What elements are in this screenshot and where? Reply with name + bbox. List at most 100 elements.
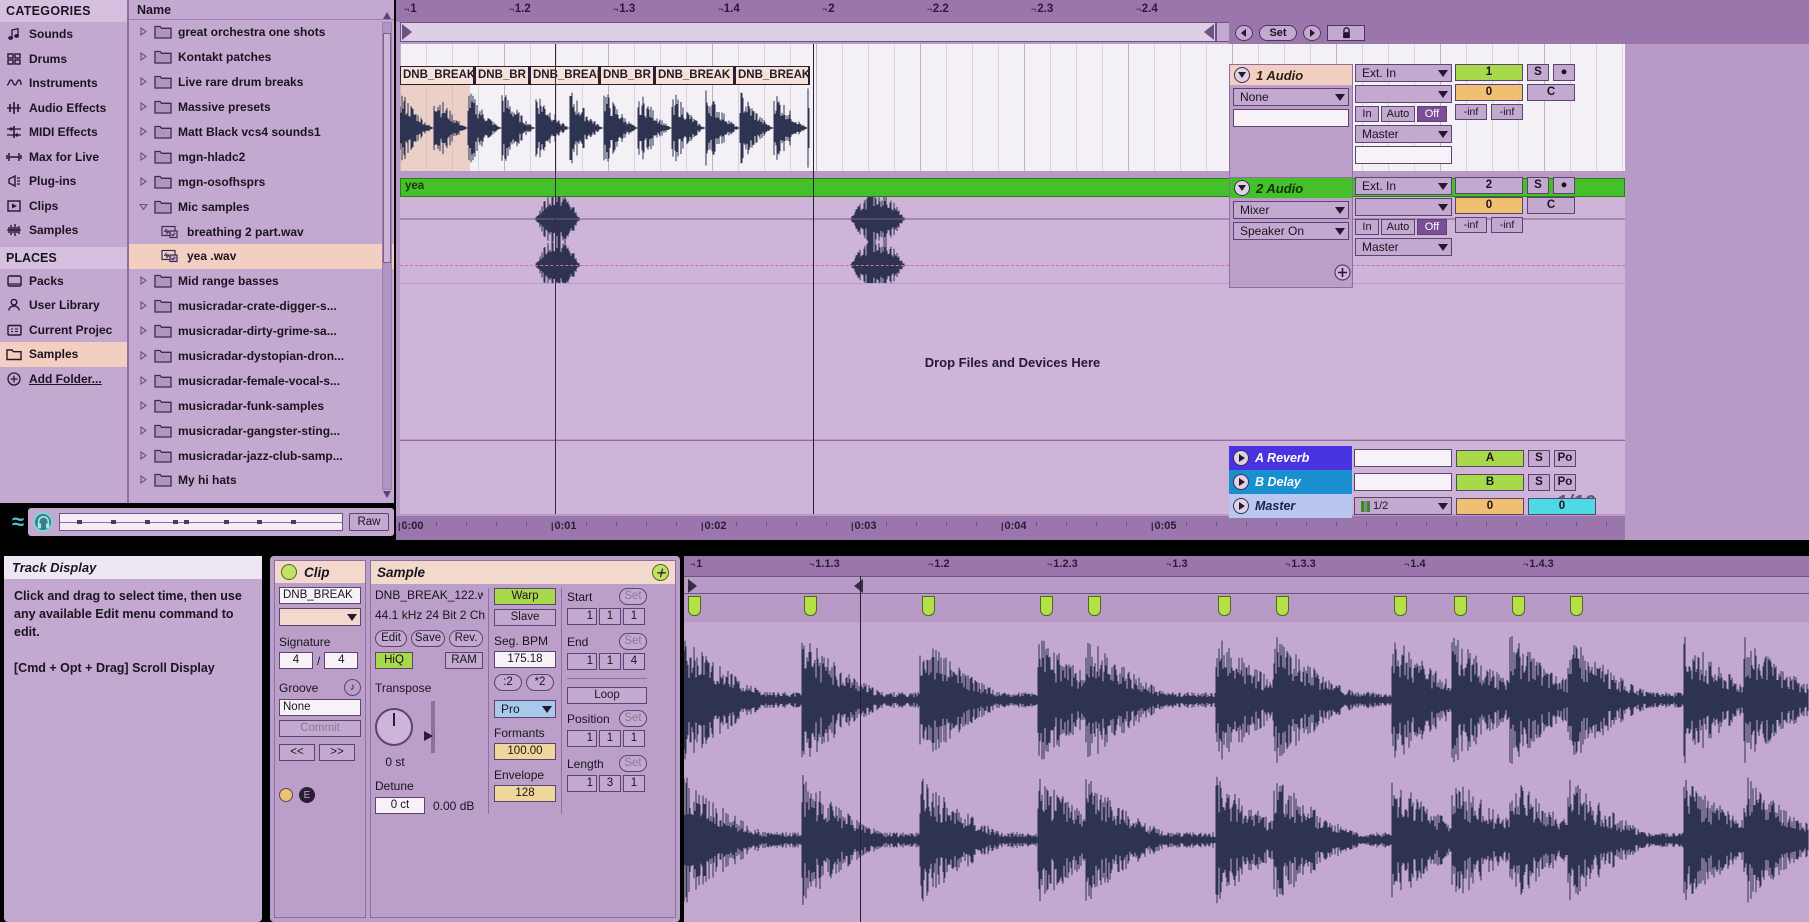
start-bars[interactable]: 1: [567, 608, 597, 625]
pan-2[interactable]: C: [1527, 197, 1575, 214]
return-b-play-icon[interactable]: [1233, 474, 1249, 490]
file-item[interactable]: musicradar-gangster-sting...: [129, 418, 394, 443]
loop-start-handle[interactable]: [402, 24, 412, 40]
return-a-extra[interactable]: Po: [1554, 449, 1576, 467]
file-item[interactable]: Matt Black vcs4 sounds1: [129, 120, 394, 145]
track-title-1[interactable]: 1 Audio: [1230, 65, 1352, 85]
places-item-packs[interactable]: Packs: [0, 269, 127, 294]
warp-marker[interactable]: [1394, 596, 1407, 616]
return-a-play-icon[interactable]: [1233, 450, 1249, 466]
chevron-right-icon[interactable]: [139, 449, 148, 463]
bpm-halve-button[interactable]: :2: [494, 674, 522, 691]
input-type-2[interactable]: Ext. In: [1355, 177, 1452, 195]
places-item-current-projec[interactable]: Current Projec: [0, 318, 127, 343]
monitor-off-2[interactable]: Off: [1417, 219, 1447, 235]
file-item[interactable]: musicradar-funk-samples: [129, 393, 394, 418]
chevron-right-icon[interactable]: [139, 424, 148, 438]
warp-marker[interactable]: [1454, 596, 1467, 616]
return-a-solo[interactable]: S: [1528, 449, 1550, 467]
master-pan[interactable]: 0: [1528, 497, 1596, 515]
seg-bpm-value[interactable]: 175.18: [494, 651, 556, 668]
output-sub-1[interactable]: [1355, 146, 1452, 164]
file-item[interactable]: Mid range basses: [129, 269, 394, 294]
arrangement-clip[interactable]: DNB_BR: [475, 66, 530, 85]
places-item-user-library[interactable]: User Library: [0, 293, 127, 318]
solo-button-1[interactable]: S: [1527, 64, 1549, 81]
master-title[interactable]: Master: [1229, 494, 1352, 518]
input-channel-2[interactable]: [1355, 198, 1452, 216]
edit-button[interactable]: Edit: [375, 630, 407, 647]
position-set-button[interactable]: Set: [619, 710, 647, 727]
signature-numerator[interactable]: 4: [279, 652, 313, 669]
chevron-right-icon[interactable]: [139, 150, 148, 164]
bpm-double-button[interactable]: *2: [526, 674, 554, 691]
file-item[interactable]: musicradar-dystopian-dron...: [129, 344, 394, 369]
monitor-in-2[interactable]: In: [1355, 219, 1379, 235]
loop-end-handle[interactable]: [1204, 24, 1214, 40]
sidebar-item-clips[interactable]: Clips: [0, 194, 127, 219]
arm-button-1[interactable]: ●: [1553, 64, 1575, 81]
nudge-forward-button[interactable]: >>: [319, 744, 355, 761]
solo-button-2[interactable]: S: [1527, 177, 1549, 194]
sidebar-item-instruments[interactable]: Instruments: [0, 71, 127, 96]
arrangement-clip[interactable]: DNB_BREAK: [655, 66, 735, 85]
sidebar-item-drums[interactable]: Drums: [0, 47, 127, 72]
position-sixteenths[interactable]: 1: [623, 730, 645, 747]
return-b-title[interactable]: B Delay: [1229, 470, 1352, 494]
sample-add-icon[interactable]: ＋: [652, 564, 669, 581]
volume-1[interactable]: 0: [1455, 84, 1523, 101]
chevron-right-icon[interactable]: [139, 274, 148, 288]
chevron-right-icon[interactable]: [139, 75, 148, 89]
file-item[interactable]: musicradar-jazz-club-samp...: [129, 443, 394, 468]
chevron-right-icon[interactable]: [139, 374, 148, 388]
file-item[interactable]: mgn-hladc2: [129, 144, 394, 169]
loop-button[interactable]: Loop: [567, 687, 647, 704]
position-beats[interactable]: 1: [599, 730, 621, 747]
master-volume[interactable]: 0: [1456, 497, 1524, 515]
sidebar-item-sounds[interactable]: Sounds: [0, 22, 127, 47]
preview-knob[interactable]: [33, 512, 53, 532]
arm-button-2[interactable]: ●: [1553, 177, 1575, 194]
chevron-right-icon[interactable]: [139, 473, 148, 487]
length-bars[interactable]: 1: [567, 775, 597, 792]
clip-editor-loop-brace[interactable]: [684, 576, 1809, 594]
chevron-right-icon[interactable]: [139, 349, 148, 363]
device-field-1[interactable]: [1233, 109, 1349, 127]
file-item[interactable]: Massive presets: [129, 95, 394, 120]
arrangement-clip[interactable]: DNB_BREAK: [400, 66, 475, 85]
file-item[interactable]: Mic samples: [129, 194, 394, 219]
monitor-in-1[interactable]: In: [1355, 106, 1379, 122]
detune-value[interactable]: 0 ct: [375, 797, 425, 814]
file-item[interactable]: breathing 2 part.wav: [129, 219, 394, 244]
chevron-right-icon[interactable]: [139, 324, 148, 338]
scrollbar-thumb[interactable]: [383, 33, 391, 263]
places-item-add-folder-[interactable]: Add Folder...: [0, 367, 127, 392]
end-sixteenths[interactable]: 4: [623, 653, 645, 670]
track-fold-icon-2[interactable]: [1234, 180, 1250, 196]
monitor-off-1[interactable]: Off: [1417, 106, 1447, 122]
signature-denominator[interactable]: 4: [324, 652, 359, 669]
file-list-scrollbar[interactable]: [382, 22, 392, 490]
monitor-auto-1[interactable]: Auto: [1381, 106, 1415, 122]
warp-marker[interactable]: [688, 596, 701, 616]
sidebar-item-midi-effects[interactable]: MIDI Effects: [0, 120, 127, 145]
warp-marker[interactable]: [1570, 596, 1583, 616]
track-number-2[interactable]: 2: [1455, 177, 1523, 194]
file-item[interactable]: great orchestra one shots: [129, 20, 394, 45]
position-bars[interactable]: 1: [567, 730, 597, 747]
scroll-up-arrow[interactable]: [382, 10, 392, 22]
track-title-2[interactable]: 2 Audio: [1230, 178, 1352, 198]
add-device-button-2[interactable]: [1334, 264, 1351, 284]
groove-value[interactable]: None: [279, 699, 361, 716]
nudge-back-button[interactable]: <<: [279, 744, 315, 761]
sidebar-item-audio-effects[interactable]: Audio Effects: [0, 96, 127, 121]
chevron-right-icon[interactable]: [139, 50, 148, 64]
master-play-icon[interactable]: [1233, 498, 1249, 514]
volume-2[interactable]: 0: [1455, 197, 1523, 214]
arrangement-clip[interactable]: DNB_BREAK: [530, 66, 600, 85]
start-beats[interactable]: 1: [599, 608, 621, 625]
return-b-device-field[interactable]: [1354, 473, 1452, 491]
sidebar-item-max-for-live[interactable]: Max for Live: [0, 145, 127, 170]
file-item[interactable]: My hi hats: [129, 468, 394, 493]
playhead[interactable]: [813, 44, 814, 514]
